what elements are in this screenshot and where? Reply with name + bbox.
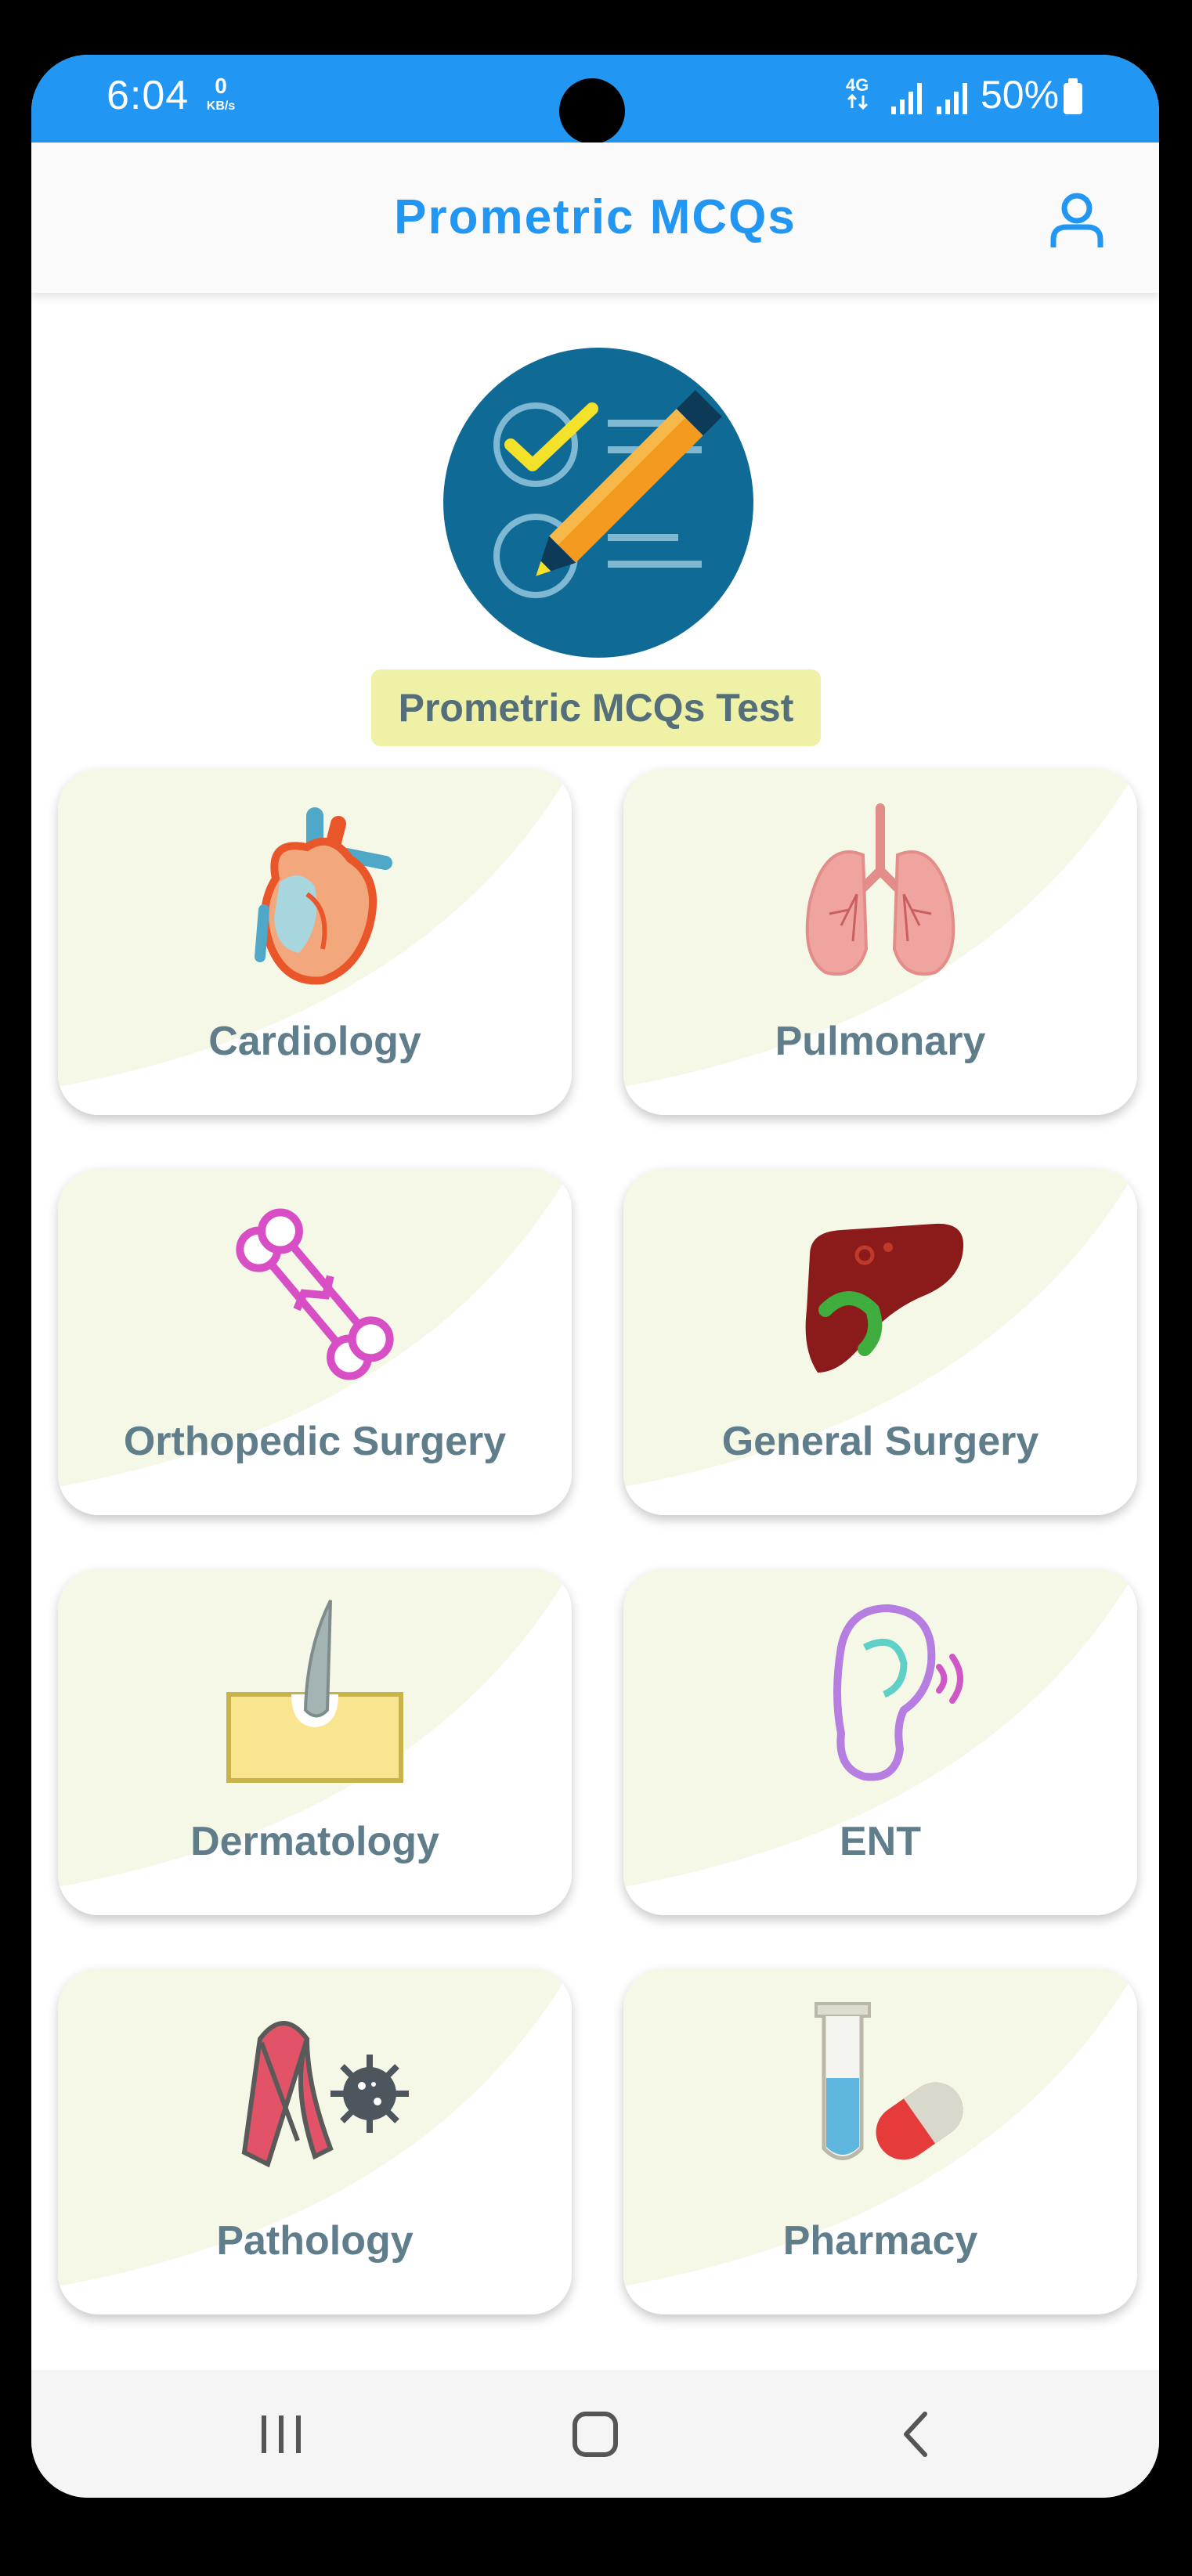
recents-icon[interactable] <box>254 2409 309 2459</box>
back-icon[interactable] <box>889 2409 944 2459</box>
hero-label[interactable]: Prometric MCQs Test <box>371 669 821 746</box>
category-card-cardiology[interactable]: Cardiology <box>58 769 572 1115</box>
category-label: Dermatology <box>190 1819 439 1864</box>
data-arrows-icon <box>847 94 869 110</box>
person-icon[interactable] <box>1049 191 1104 251</box>
ear-icon <box>833 1604 963 1781</box>
signal-icon <box>937 83 967 114</box>
status-time: 6:04 <box>107 73 190 118</box>
battery-level: 50% <box>981 73 1060 117</box>
category-label: Pulmonary <box>775 1019 986 1064</box>
category-label: General Surgery <box>721 1419 1039 1464</box>
category-label: ENT <box>840 1819 921 1864</box>
network-type: 4G <box>846 77 869 110</box>
test-tube-capsule-icon <box>815 2002 963 2160</box>
system-nav-bar <box>31 2370 1159 2498</box>
skin-hair-icon <box>226 1600 403 1783</box>
checklist-pencil-icon[interactable] <box>443 348 753 658</box>
app-title: Prometric MCQs <box>394 190 796 244</box>
network-speed-unit: KB/s <box>206 99 236 113</box>
category-label: Cardiology <box>208 1019 421 1064</box>
network-type-label: 4G <box>846 75 869 95</box>
signal-icon <box>891 83 922 114</box>
category-card-pathology[interactable]: Pathology <box>58 1968 572 2314</box>
category-label: Orthopedic Surgery <box>123 1419 507 1464</box>
category-card-general-surgery[interactable]: General Surgery <box>623 1169 1137 1515</box>
home-icon[interactable] <box>568 2409 623 2459</box>
category-card-ent[interactable]: ENT <box>623 1569 1137 1915</box>
category-label: Pharmacy <box>782 2218 978 2264</box>
battery-icon <box>1064 78 1082 114</box>
heart-icon <box>255 807 392 985</box>
network-speed: 0 KB/s <box>197 75 244 113</box>
phone-screen: 6:04 0 KB/s 4G 50% Prometric MCQs Promet… <box>31 55 1159 2498</box>
lungs-icon <box>805 803 955 976</box>
broken-bone-icon <box>236 1208 394 1380</box>
status-bar: 6:04 0 KB/s 4G 50% <box>31 55 1159 144</box>
category-card-dermatology[interactable]: Dermatology <box>58 1569 572 1915</box>
category-card-pulmonary[interactable]: Pulmonary <box>623 769 1137 1115</box>
ribbon-virus-icon <box>241 2021 409 2168</box>
app-bar: Prometric MCQs <box>31 143 1159 293</box>
category-label: Pathology <box>216 2218 414 2264</box>
network-speed-value: 0 <box>215 74 227 98</box>
front-camera <box>559 78 625 144</box>
category-card-pharmacy[interactable]: Pharmacy <box>623 1968 1137 2314</box>
liver-icon <box>805 1223 964 1373</box>
category-card-orthopedic-surgery[interactable]: Orthopedic Surgery <box>58 1169 572 1515</box>
